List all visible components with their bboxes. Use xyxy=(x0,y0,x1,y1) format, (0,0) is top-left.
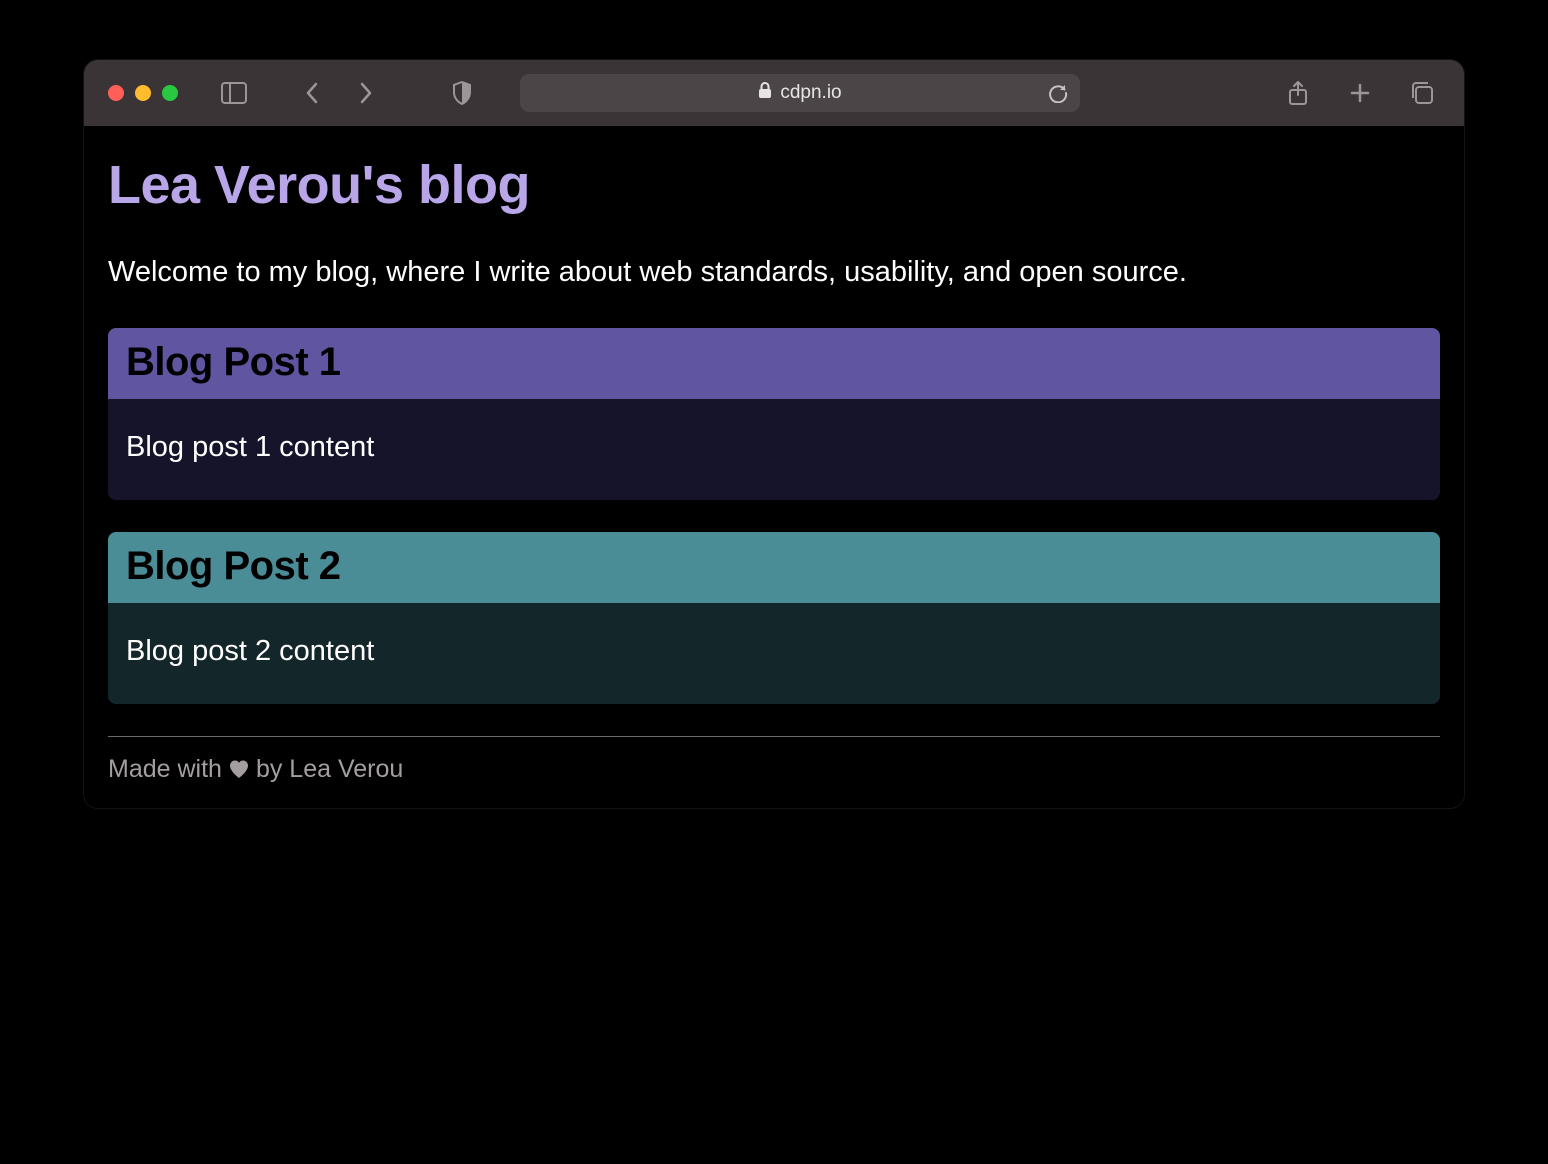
footer-suffix: by Lea Verou xyxy=(256,755,403,784)
page-content: Lea Verou's blog Welcome to my blog, whe… xyxy=(84,126,1464,808)
lock-icon xyxy=(758,82,772,105)
address-content: cdpn.io xyxy=(758,82,841,105)
forward-button[interactable] xyxy=(348,75,384,111)
sidebar-toggle-icon[interactable] xyxy=(216,75,252,111)
window-controls xyxy=(108,85,178,101)
page-footer: Made with by Lea Verou xyxy=(108,755,1440,784)
close-window-button[interactable] xyxy=(108,85,124,101)
blog-post-header: Blog Post 2 xyxy=(108,532,1440,603)
browser-window: cdpn.io xyxy=(84,60,1464,808)
back-button[interactable] xyxy=(294,75,330,111)
tabs-overview-button[interactable] xyxy=(1404,75,1440,111)
blog-post-content: Blog post 1 content xyxy=(126,431,1422,464)
heart-icon xyxy=(228,759,250,779)
footer-divider xyxy=(108,736,1440,737)
minimize-window-button[interactable] xyxy=(135,85,151,101)
page-title: Lea Verou's blog xyxy=(108,154,1440,216)
page-intro: Welcome to my blog, where I write about … xyxy=(108,254,1440,292)
address-domain: cdpn.io xyxy=(780,82,841,104)
blog-post: Blog Post 1 Blog post 1 content xyxy=(108,328,1440,500)
blog-post-header: Blog Post 1 xyxy=(108,328,1440,399)
privacy-shield-icon[interactable] xyxy=(444,75,480,111)
blog-post-title: Blog Post 1 xyxy=(126,340,1422,385)
new-tab-button[interactable] xyxy=(1342,75,1378,111)
blog-post: Blog Post 2 Blog post 2 content xyxy=(108,532,1440,704)
share-button[interactable] xyxy=(1280,75,1316,111)
maximize-window-button[interactable] xyxy=(162,85,178,101)
browser-titlebar: cdpn.io xyxy=(84,60,1464,126)
blog-post-body: Blog post 1 content xyxy=(108,399,1440,500)
address-bar[interactable]: cdpn.io xyxy=(520,74,1080,112)
blog-post-body: Blog post 2 content xyxy=(108,603,1440,704)
reload-button[interactable] xyxy=(1048,83,1068,103)
blog-post-content: Blog post 2 content xyxy=(126,635,1422,668)
blog-post-title: Blog Post 2 xyxy=(126,544,1422,589)
footer-prefix: Made with xyxy=(108,755,222,784)
